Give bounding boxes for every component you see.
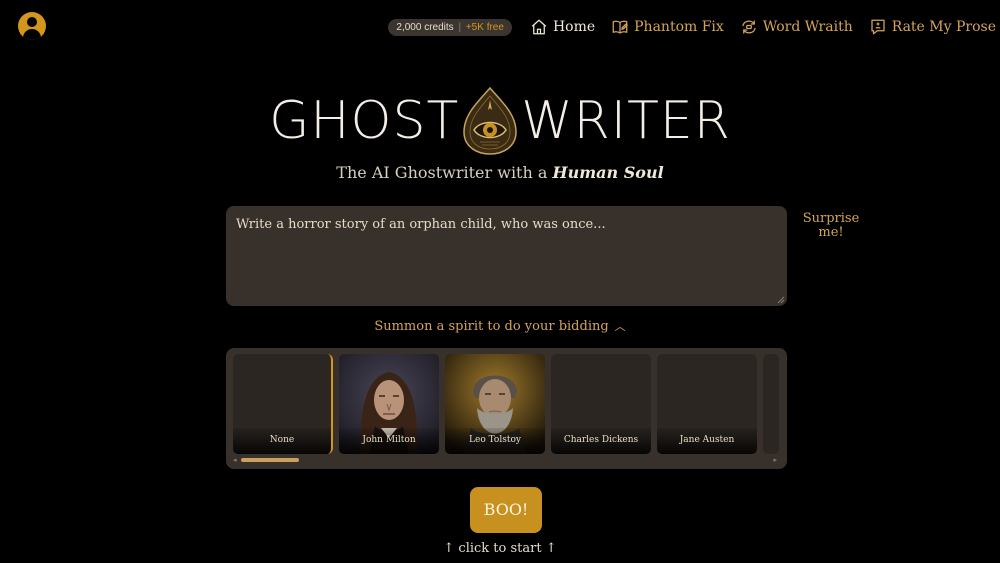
- nav-word-wraith-label: Word Wraith: [762, 19, 853, 35]
- credits-free-offer: +5K free: [465, 21, 504, 33]
- tagline-emphasis: Human Soul: [552, 163, 664, 182]
- nav-phantom-fix[interactable]: Phantom Fix: [611, 18, 724, 36]
- scroll-thumb[interactable]: [241, 458, 299, 462]
- user-avatar-icon[interactable]: [18, 12, 46, 40]
- author-card-charles-dickens[interactable]: Charles Dickens: [551, 354, 651, 454]
- logo: GHOST WRITER: [0, 86, 1000, 156]
- story-prompt-textarea[interactable]: Write a horror story of an orphan child,…: [226, 206, 787, 306]
- author-name: Leo Tolstoy: [445, 428, 545, 454]
- resize-handle-icon[interactable]: [777, 296, 785, 304]
- summon-spirit-toggle[interactable]: Summon a spirit to do your bidding ︿: [0, 318, 1000, 334]
- boo-start-button[interactable]: BOO!: [470, 487, 542, 533]
- logo-text-left: GHOST: [269, 91, 460, 151]
- carousel-scrollbar[interactable]: ◂ ▸: [233, 456, 777, 464]
- tagline: The AI Ghostwriter with a Human Soul: [0, 163, 1000, 182]
- chevron-up-icon: ︿: [614, 320, 626, 333]
- author-name: John Milton: [339, 428, 439, 454]
- story-prompt-text: Write a horror story of an orphan child,…: [236, 217, 606, 232]
- credits-separator: |: [458, 21, 462, 33]
- rating-icon: [871, 19, 885, 35]
- planchette-eye-icon: [463, 86, 517, 155]
- click-to-start-hint: ↑ click to start ↑: [443, 541, 557, 556]
- scroll-left-icon[interactable]: ◂: [233, 456, 237, 464]
- scroll-right-icon[interactable]: ▸: [773, 456, 777, 464]
- credits-badge[interactable]: 2,000 credits | +5K free: [388, 18, 512, 36]
- top-nav: 2,000 credits | +5K free Home Phantom Fi…: [388, 16, 996, 38]
- nav-rate-my-prose-label: Rate My Prose: [891, 19, 996, 35]
- nav-home[interactable]: Home: [530, 18, 595, 36]
- credits-count: 2,000 credits: [396, 21, 454, 33]
- tagline-prefix: The AI Ghostwriter with a: [336, 163, 553, 182]
- nav-phantom-fix-label: Phantom Fix: [634, 19, 724, 35]
- author-card-leo-tolstoy[interactable]: Leo Tolstoy: [445, 354, 545, 454]
- nav-home-label: Home: [552, 19, 596, 35]
- home-icon: [531, 19, 547, 35]
- author-card-john-milton[interactable]: John Milton: [339, 354, 439, 454]
- author-card-none[interactable]: None: [233, 354, 333, 454]
- author-card-jane-austen[interactable]: Jane Austen: [657, 354, 757, 454]
- author-name: Charles Dickens: [551, 428, 651, 454]
- author-name: None: [233, 428, 331, 454]
- surprise-me-button[interactable]: Surprise me!: [800, 212, 862, 240]
- author-card-partial[interactable]: [763, 354, 779, 454]
- summon-spirit-label: Summon a spirit to do your bidding: [374, 319, 609, 334]
- rewrite-icon: [742, 20, 756, 34]
- nav-word-wraith[interactable]: Word Wraith: [740, 18, 853, 36]
- author-carousel: None John Milton Leo Tolstoy Charles Dic…: [226, 348, 787, 469]
- nav-rate-my-prose[interactable]: Rate My Prose: [869, 18, 996, 36]
- book-edit-icon: [612, 20, 628, 34]
- author-name: Jane Austen: [657, 428, 757, 454]
- logo-text-right: WRITER: [521, 91, 731, 151]
